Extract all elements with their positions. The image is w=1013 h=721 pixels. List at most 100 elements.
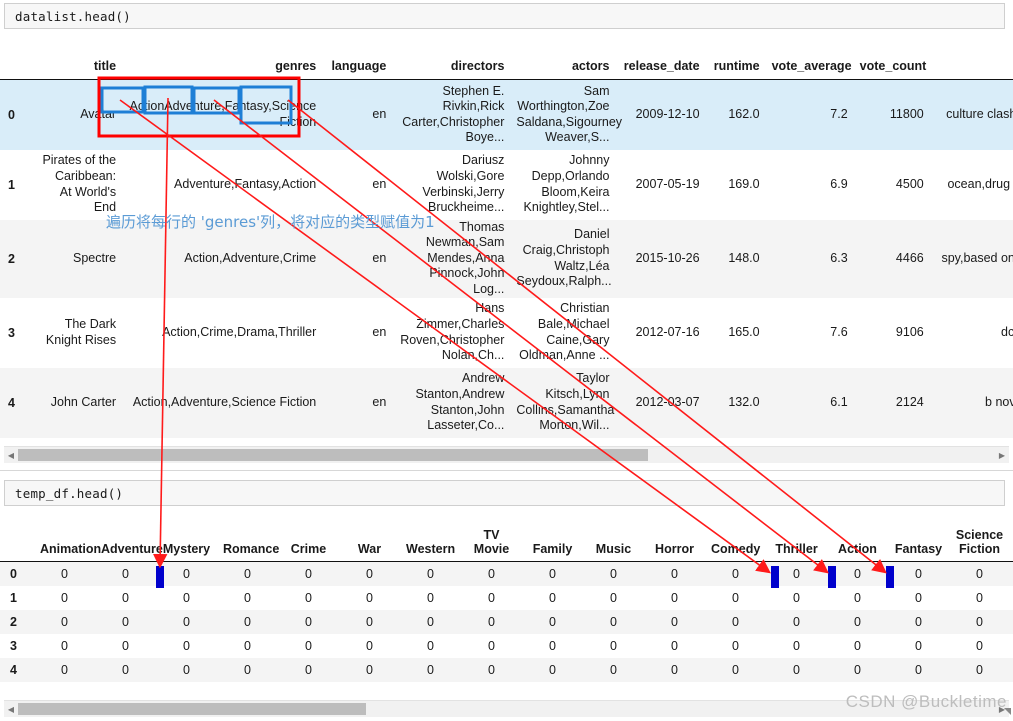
cell-genre-flag: 0: [427, 566, 434, 581]
cell-genre-flag: 0: [915, 614, 922, 629]
table-row: 000000000000000000: [0, 561, 1013, 586]
column-header-western[interactable]: Western: [400, 523, 461, 562]
datalist-header-row: title genres language directors actors r…: [0, 46, 1013, 80]
cell-directors: Dariusz Wolski,Gore Verbinski,Jerry Bruc…: [422, 153, 505, 215]
column-header-release-date[interactable]: release_date: [615, 46, 706, 80]
column-header-keywords[interactable]: ke: [929, 46, 1013, 80]
cell-genre-flag: 0: [183, 566, 190, 581]
cell-directors: Hans Zimmer,Charles Roven,Christopher No…: [400, 301, 505, 363]
column-header-tv-movie[interactable]: TV Movie: [461, 523, 522, 562]
cell-genre-flag: 0: [915, 566, 922, 581]
cell-genre-flag: 0: [732, 614, 739, 629]
cell-genre-flag: 0: [549, 662, 556, 677]
row-index: 4: [8, 395, 15, 410]
column-header-crime[interactable]: Crime: [278, 523, 339, 562]
column-header-genres[interactable]: genres: [122, 46, 323, 80]
cell-genre-flag: 0: [732, 638, 739, 653]
code-cell-temp-df-head[interactable]: temp_df.head(): [4, 480, 1005, 506]
resize-corner-icon: [1004, 708, 1011, 715]
column-header-animation[interactable]: Animation: [34, 523, 101, 562]
annotation-note-chinese: 遍历将每行的 'genres'列，将对应的类型赋值为1: [106, 213, 435, 231]
column-header-vote-count[interactable]: vote_count: [853, 46, 930, 80]
datalist-table: title genres language directors actors r…: [0, 46, 1013, 438]
watermark-csdn: CSDN @Buckletime: [845, 692, 1007, 711]
cell-release-date: 2012-03-07: [635, 394, 700, 409]
scroll-left-arrow-icon[interactable]: ◀: [4, 447, 18, 463]
scroll-right-arrow-icon[interactable]: ▶: [995, 447, 1009, 463]
cell-genre-flag: 0: [305, 566, 312, 581]
column-header-comedy[interactable]: Comedy: [705, 523, 766, 562]
cell-genre-flag: 0: [549, 614, 556, 629]
cell-genre-flag: 0: [122, 662, 129, 677]
cell-genre-flag: 0: [976, 638, 983, 653]
cell-genre-flag: 0: [305, 638, 312, 653]
cell-actors: Johnny Depp,Orlando Bloom,Keira Knightle…: [523, 153, 610, 215]
cell-genre-flag: 0: [671, 662, 678, 677]
table-row: 4 John Carter Action,Adventure,Science F…: [0, 367, 1013, 438]
scroll-track[interactable]: [18, 448, 995, 462]
column-header-science-fiction[interactable]: Science Fiction: [949, 523, 1010, 562]
cell-genre-flag: 0: [610, 662, 617, 677]
cell-genre-flag: 0: [244, 662, 251, 677]
column-header-music[interactable]: Music: [583, 523, 644, 562]
cell-language: en: [372, 324, 387, 339]
code-cell-datalist-head[interactable]: datalist.head(): [4, 3, 1005, 29]
cell-vote-average: 6.9: [830, 176, 848, 191]
cell-genre-flag: 0: [366, 590, 373, 605]
column-header-thriller[interactable]: Thriller: [766, 523, 827, 562]
scroll-left-arrow-icon[interactable]: ◀: [4, 701, 18, 717]
cell-genre-flag: 0: [854, 566, 861, 581]
cell-title: Pirates of the Caribbean: At World's End: [42, 153, 117, 215]
cell-genre-flag: 0: [122, 614, 129, 629]
cell-genre-flag: 0: [244, 590, 251, 605]
column-header-horror[interactable]: Horror: [644, 523, 705, 562]
cell-genre-flag: 0: [427, 662, 434, 677]
genre-token-action: Action: [129, 99, 165, 114]
datalist-index-header: [0, 46, 37, 80]
cell-vote-count: 9106: [895, 324, 924, 339]
cell-genre-flag: 0: [61, 614, 68, 629]
column-header-directors[interactable]: directors: [392, 46, 511, 80]
column-header-fantasy[interactable]: Fantasy: [888, 523, 949, 562]
column-header-title[interactable]: title: [36, 46, 123, 80]
scroll-thumb[interactable]: [18, 703, 366, 715]
cell-vote-count: 4466: [895, 250, 924, 265]
cell-genre-flag: 0: [488, 662, 495, 677]
column-header-language[interactable]: language: [322, 46, 393, 80]
row-index: 4: [10, 662, 17, 677]
row-index: 0: [8, 107, 15, 122]
top-table-horizontal-scrollbar[interactable]: ◀ ▶: [4, 446, 1009, 463]
column-header-adventure[interactable]: Adventure: [95, 523, 163, 562]
column-header-action[interactable]: Action: [827, 523, 888, 562]
cell-directors: Stephen E. Rivkin,Rick Carter,Christophe…: [402, 83, 505, 145]
cell-release-date: 2007-05-19: [635, 176, 700, 191]
column-header-mystery[interactable]: Mystery: [156, 523, 217, 562]
scroll-thumb[interactable]: [18, 449, 648, 461]
column-header-war[interactable]: War: [339, 523, 400, 562]
cell-runtime: 162.0: [728, 106, 760, 121]
row-index: 2: [10, 614, 17, 629]
cell-release-date: 2015-10-26: [635, 250, 700, 265]
cell-genre-flag: 0: [183, 590, 190, 605]
cell-genre-flag: 0: [427, 614, 434, 629]
cell-genre-flag: 0: [915, 590, 922, 605]
column-header-vote-average[interactable]: vote_average: [765, 46, 854, 80]
cell-directors: Andrew Stanton,Andrew Stanton,John Lasse…: [415, 371, 505, 433]
table-row: 1 Pirates of the Caribbean: At World's E…: [0, 149, 1013, 220]
column-header-romance[interactable]: Romance: [217, 523, 279, 562]
cell-genre-flag: 0: [366, 566, 373, 581]
dataframe-datalist-output: title genres language directors actors r…: [0, 46, 1013, 444]
cell-genre-flag: 0: [549, 638, 556, 653]
cell-genre-flag: 0: [549, 566, 556, 581]
row-index: 1: [8, 177, 15, 192]
cell-genres: Adventure,Fantasy,Action: [174, 176, 317, 191]
column-header-runtime[interactable]: runtime: [705, 46, 766, 80]
cell-genre-flag: 0: [305, 614, 312, 629]
cell-title: The Dark Knight Rises: [45, 317, 117, 347]
column-header-family[interactable]: Family: [522, 523, 583, 562]
cell-genre-flag: 0: [427, 638, 434, 653]
cell-keywords: ocean,drug abus island,east ind: [947, 176, 1013, 191]
column-header-actors[interactable]: actors: [510, 46, 616, 80]
cell-vote-average: 7.6: [830, 324, 848, 339]
cell-release-date: 2012-07-16: [635, 324, 700, 339]
